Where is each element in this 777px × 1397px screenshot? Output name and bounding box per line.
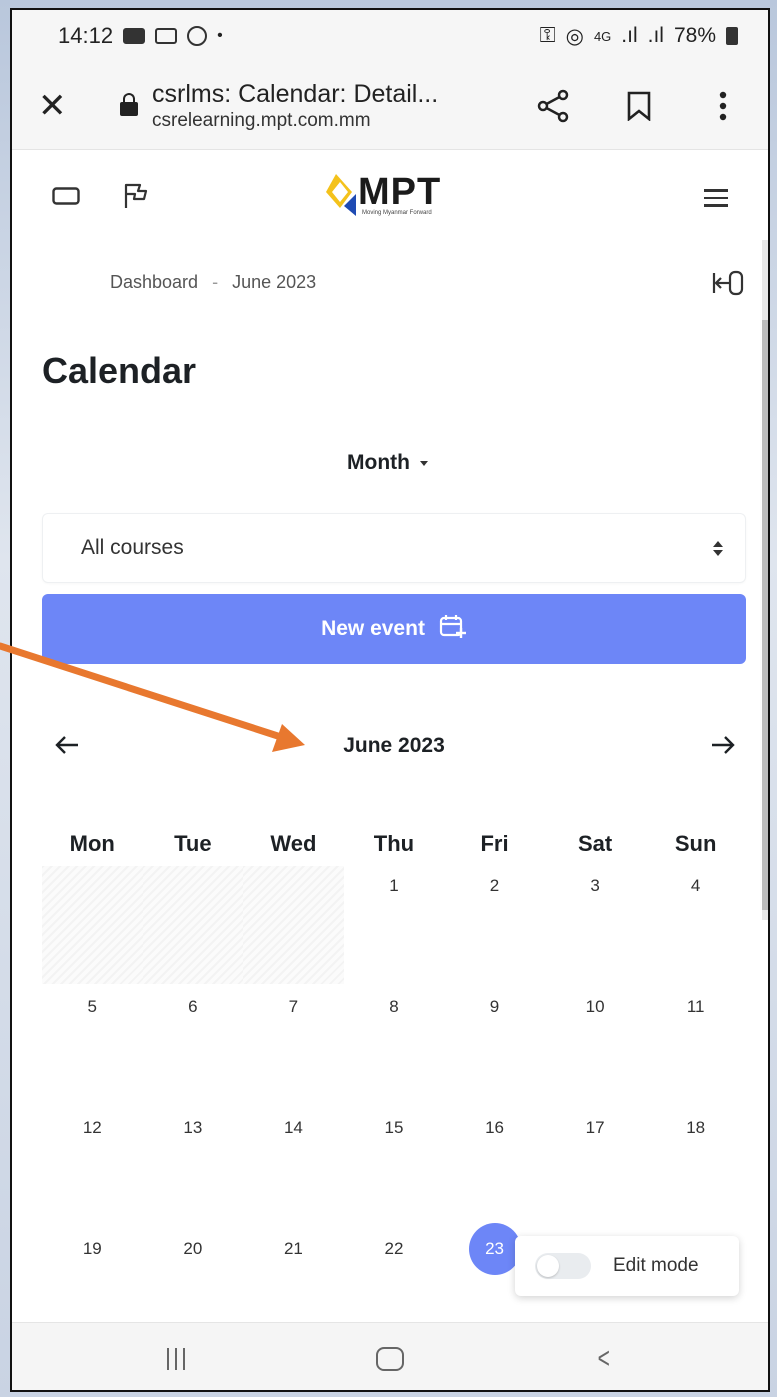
- weekday-fri: Fri: [480, 831, 509, 856]
- calendar-day[interactable]: 15: [344, 1108, 445, 1229]
- hotspot-icon: ◎: [565, 24, 584, 48]
- calendar-day[interactable]: 10: [545, 987, 646, 1108]
- back-icon[interactable]: <: [598, 1342, 610, 1376]
- exit-icon[interactable]: [712, 270, 746, 301]
- battery-icon: [726, 27, 738, 45]
- caret-down-icon: [419, 460, 428, 466]
- calendar-day[interactable]: 6: [143, 987, 244, 1108]
- weekday-mon: Mon: [69, 831, 115, 856]
- edit-mode-label: Edit mode: [613, 1255, 699, 1276]
- calendar-day[interactable]: 14: [243, 1108, 344, 1229]
- viber-icon: [187, 26, 208, 46]
- calendar-day[interactable]: 3: [545, 866, 646, 987]
- site-navbar: MPT Moving Myanmar Forward: [12, 150, 768, 246]
- arrow-right-icon[interactable]: [698, 729, 746, 763]
- calendar-day[interactable]: 9: [444, 987, 545, 1108]
- browser-actions: [536, 89, 738, 123]
- mpt-logo-mark-icon: [322, 172, 358, 218]
- app-notification-icon: [155, 28, 178, 44]
- more-vert-icon[interactable]: [708, 91, 738, 121]
- page-scrollbar[interactable]: [762, 240, 768, 920]
- view-type-dropdown[interactable]: Month: [347, 451, 428, 475]
- lock-icon[interactable]: [120, 92, 138, 116]
- calendar-day[interactable]: 7: [243, 987, 344, 1108]
- calendar-day[interactable]: 18: [645, 1108, 746, 1229]
- edit-mode-switch[interactable]: [535, 1253, 591, 1279]
- weekday-header: Mon Tue Wed Thu Fri Sat Sun: [42, 822, 746, 866]
- breadcrumb: Dashboard - June 2023: [110, 272, 316, 293]
- status-right: ⚿ ◎ 4G .ıl .ıl 78%: [540, 24, 738, 49]
- page-title-text: csrlms: Calendar: Detail...: [152, 79, 439, 108]
- course-select[interactable]: All courses: [42, 513, 746, 583]
- calendar-day[interactable]: 17: [545, 1108, 646, 1229]
- toggle-knob: [537, 1255, 559, 1277]
- calendar-day[interactable]: 8: [344, 987, 445, 1108]
- weekday-thu: Thu: [373, 831, 415, 856]
- recent-apps-icon[interactable]: [167, 1347, 186, 1370]
- logo-text: MPT: [358, 171, 442, 213]
- weekday-sun: Sun: [674, 831, 717, 856]
- share-icon[interactable]: [536, 89, 570, 123]
- signal-icon: .ıl: [621, 24, 638, 47]
- calendar-empty-cell: [243, 866, 344, 984]
- calendar-week-3: 12 13 14 15 16 17 18: [42, 1108, 746, 1229]
- hamburger-menu-icon[interactable]: [704, 184, 728, 212]
- page-title: Calendar: [42, 350, 197, 391]
- battery-percent: 78%: [673, 24, 716, 47]
- weekday-sat: Sat: [577, 831, 613, 856]
- status-time: 14:12: [58, 23, 114, 48]
- address-bar[interactable]: csrlms: Calendar: Detail... csrelearning…: [152, 80, 438, 132]
- url-text: csrelearning.mpt.com.mm: [152, 109, 371, 131]
- breadcrumb-current[interactable]: June 2023: [232, 272, 316, 293]
- calendar-day[interactable]: 11: [645, 987, 746, 1108]
- calendar-plus-icon: [439, 613, 467, 645]
- breadcrumb-dashboard[interactable]: Dashboard: [110, 272, 198, 293]
- new-event-label: New event: [321, 617, 425, 640]
- drawer-toggle-icon[interactable]: [52, 186, 80, 210]
- close-icon[interactable]: ✕: [38, 86, 78, 126]
- calendar-week-1: 1 2 3 4: [42, 866, 746, 987]
- breadcrumb-separator: -: [212, 272, 219, 292]
- weekday-wed: Wed: [270, 831, 317, 856]
- calendar-day[interactable]: 12: [42, 1108, 143, 1229]
- calendar-week-2: 5 6 7 8 9 10 11: [42, 987, 746, 1108]
- calendar-day[interactable]: 13: [143, 1108, 244, 1229]
- calendar-day[interactable]: 4: [645, 866, 746, 987]
- scrollbar-thumb[interactable]: [762, 320, 768, 910]
- select-updown-icon: [713, 540, 723, 556]
- vpn-key-icon: ⚿: [539, 24, 556, 47]
- network-type: 4G: [593, 28, 612, 44]
- logo-tagline: Moving Myanmar Forward: [362, 210, 432, 216]
- bookmark-icon[interactable]: [626, 91, 652, 121]
- course-select-value: All courses: [81, 536, 184, 559]
- calendar-day[interactable]: 2: [444, 866, 545, 987]
- more-notifications-dot-icon: •: [217, 27, 223, 44]
- status-bar: 14:12 • ⚿ ◎ 4G .ıl .ıl 78%: [12, 10, 768, 62]
- gallery-notification-icon: [123, 28, 146, 44]
- calendar-day[interactable]: 5: [42, 987, 143, 1108]
- system-navigation-bar: <: [12, 1322, 768, 1390]
- calendar-empty-cell: [142, 866, 244, 984]
- annotation-arrow-icon: [0, 642, 305, 752]
- edit-mode-toggle[interactable]: Edit mode: [515, 1236, 739, 1296]
- flag-icon[interactable]: [122, 182, 150, 215]
- calendar-day[interactable]: 1: [344, 866, 445, 987]
- weekday-tue: Tue: [174, 831, 212, 856]
- calendar-day[interactable]: 16: [444, 1108, 545, 1229]
- site-logo[interactable]: MPT Moving Myanmar Forward: [322, 172, 441, 218]
- browser-toolbar: ✕ csrlms: Calendar: Detail... csrelearni…: [12, 62, 768, 150]
- view-type-label: Month: [347, 451, 410, 474]
- home-icon[interactable]: [376, 1346, 405, 1371]
- calendar-empty-cell: [42, 866, 143, 984]
- signal-2-icon: .ıl: [647, 24, 664, 47]
- today-badge: 23: [468, 1223, 521, 1275]
- status-left: 14:12 •: [58, 23, 223, 49]
